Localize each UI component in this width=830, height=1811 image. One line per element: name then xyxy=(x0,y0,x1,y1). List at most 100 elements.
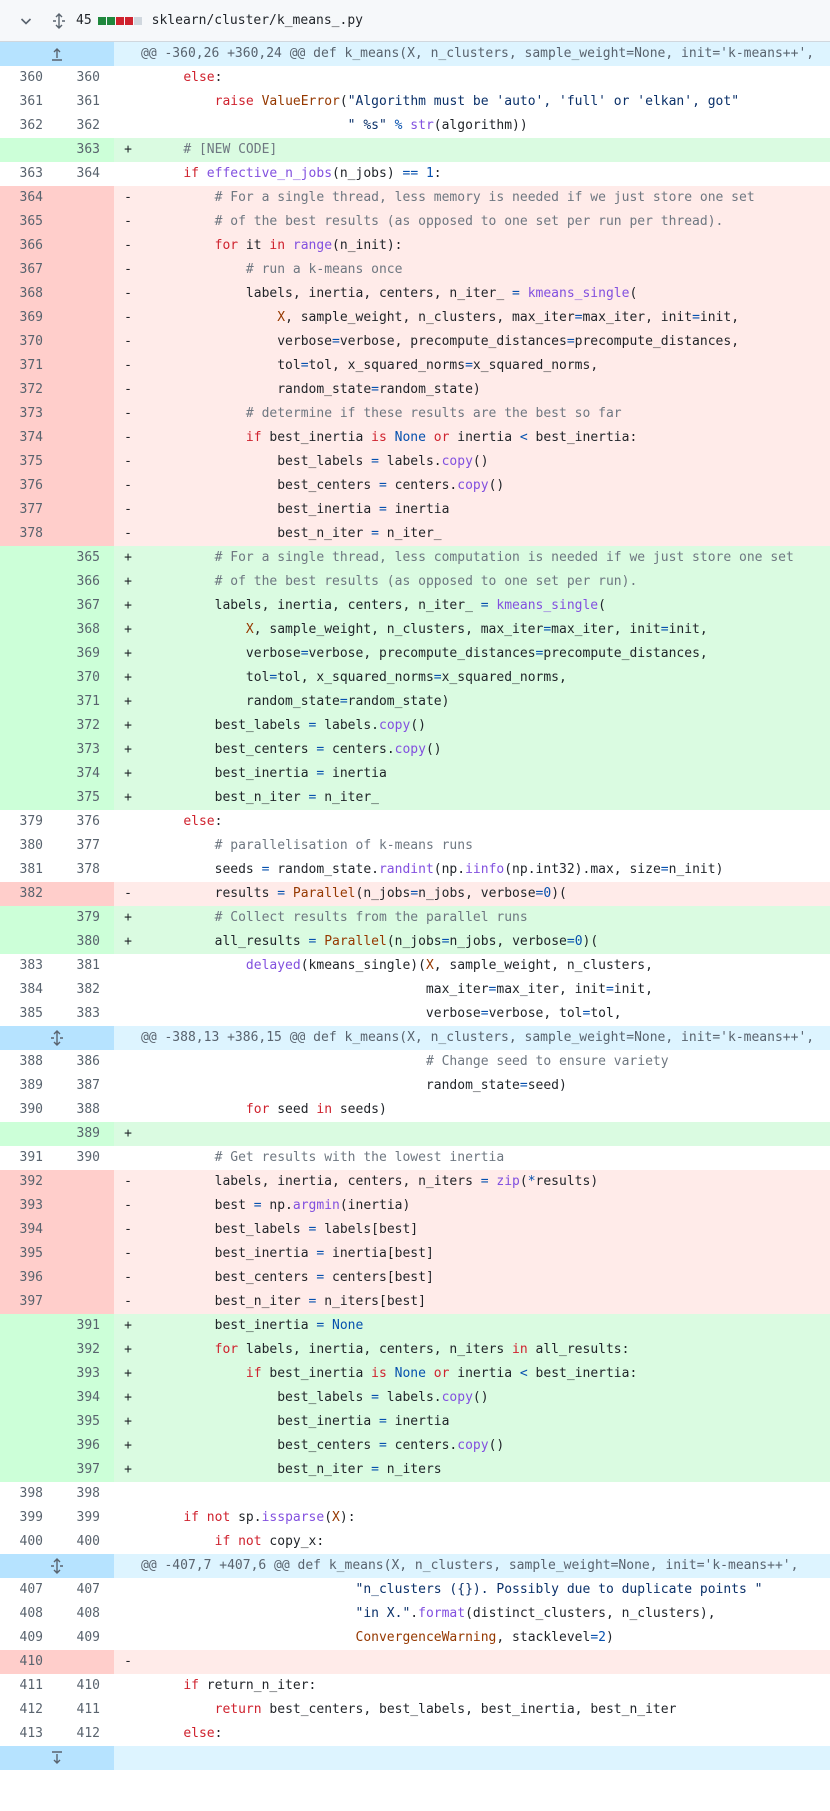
old-line-number[interactable]: 391 xyxy=(0,1146,57,1170)
new-line-number[interactable]: 376 xyxy=(57,810,114,834)
new-line-number[interactable]: 363 xyxy=(57,138,114,162)
old-line-number[interactable]: 370 xyxy=(0,330,57,354)
old-line-number[interactable]: 362 xyxy=(0,114,57,138)
old-line-number[interactable]: 409 xyxy=(0,1626,57,1650)
new-line-number[interactable] xyxy=(57,1242,114,1266)
new-line-number[interactable]: 407 xyxy=(57,1578,114,1602)
new-line-number[interactable] xyxy=(57,498,114,522)
new-line-number[interactable]: 364 xyxy=(57,162,114,186)
new-line-number[interactable] xyxy=(57,474,114,498)
new-line-number[interactable]: 379 xyxy=(57,906,114,930)
old-line-number[interactable]: 411 xyxy=(0,1674,57,1698)
new-line-number[interactable]: 381 xyxy=(57,954,114,978)
new-line-number[interactable]: 393 xyxy=(57,1362,114,1386)
old-line-number[interactable] xyxy=(0,570,57,594)
old-line-number[interactable] xyxy=(0,1338,57,1362)
old-line-number[interactable] xyxy=(0,738,57,762)
new-line-number[interactable] xyxy=(57,882,114,906)
old-line-number[interactable] xyxy=(0,546,57,570)
new-line-number[interactable] xyxy=(57,282,114,306)
file-path[interactable]: sklearn/cluster/k_means_.py xyxy=(152,13,363,28)
new-line-number[interactable]: 375 xyxy=(57,786,114,810)
new-line-number[interactable] xyxy=(57,258,114,282)
new-line-number[interactable]: 377 xyxy=(57,834,114,858)
new-line-number[interactable]: 392 xyxy=(57,1338,114,1362)
new-line-number[interactable]: 396 xyxy=(57,1434,114,1458)
old-line-number[interactable]: 393 xyxy=(0,1194,57,1218)
old-line-number[interactable]: 383 xyxy=(0,954,57,978)
old-line-number[interactable]: 385 xyxy=(0,1002,57,1026)
new-line-number[interactable]: 361 xyxy=(57,90,114,114)
new-line-number[interactable]: 400 xyxy=(57,1530,114,1554)
new-line-number[interactable] xyxy=(57,1290,114,1314)
new-line-number[interactable] xyxy=(57,1218,114,1242)
old-line-number[interactable] xyxy=(0,786,57,810)
new-line-number[interactable]: 398 xyxy=(57,1482,114,1506)
old-line-number[interactable] xyxy=(0,642,57,666)
new-line-number[interactable] xyxy=(57,186,114,210)
old-line-number[interactable] xyxy=(0,1122,57,1146)
old-line-number[interactable] xyxy=(0,666,57,690)
old-line-number[interactable]: 413 xyxy=(0,1722,57,1746)
new-line-number[interactable] xyxy=(57,210,114,234)
old-line-number[interactable]: 377 xyxy=(0,498,57,522)
old-line-number[interactable]: 379 xyxy=(0,810,57,834)
new-line-number[interactable]: 382 xyxy=(57,978,114,1002)
new-line-number[interactable]: 366 xyxy=(57,570,114,594)
new-line-number[interactable]: 378 xyxy=(57,858,114,882)
chevron-down-icon[interactable] xyxy=(16,13,36,29)
old-line-number[interactable]: 364 xyxy=(0,186,57,210)
old-line-number[interactable]: 371 xyxy=(0,354,57,378)
expand-up-icon[interactable] xyxy=(0,42,114,66)
old-line-number[interactable]: 398 xyxy=(0,1482,57,1506)
old-line-number[interactable]: 373 xyxy=(0,402,57,426)
new-line-number[interactable]: 412 xyxy=(57,1722,114,1746)
new-line-number[interactable]: 386 xyxy=(57,1050,114,1074)
old-line-number[interactable]: 365 xyxy=(0,210,57,234)
old-line-number[interactable] xyxy=(0,1434,57,1458)
new-line-number[interactable]: 380 xyxy=(57,930,114,954)
old-line-number[interactable]: 382 xyxy=(0,882,57,906)
new-line-number[interactable]: 388 xyxy=(57,1098,114,1122)
new-line-number[interactable]: 389 xyxy=(57,1122,114,1146)
new-line-number[interactable]: 399 xyxy=(57,1506,114,1530)
new-line-number[interactable]: 372 xyxy=(57,714,114,738)
old-line-number[interactable]: 410 xyxy=(0,1650,57,1674)
new-line-number[interactable] xyxy=(57,1170,114,1194)
old-line-number[interactable]: 361 xyxy=(0,90,57,114)
new-line-number[interactable]: 371 xyxy=(57,690,114,714)
new-line-number[interactable]: 383 xyxy=(57,1002,114,1026)
old-line-number[interactable]: 380 xyxy=(0,834,57,858)
old-line-number[interactable]: 360 xyxy=(0,66,57,90)
old-line-number[interactable] xyxy=(0,594,57,618)
old-line-number[interactable]: 399 xyxy=(0,1506,57,1530)
new-line-number[interactable] xyxy=(57,234,114,258)
new-line-number[interactable]: 391 xyxy=(57,1314,114,1338)
old-line-number[interactable] xyxy=(0,138,57,162)
new-line-number[interactable] xyxy=(57,450,114,474)
old-line-number[interactable] xyxy=(0,690,57,714)
old-line-number[interactable] xyxy=(0,618,57,642)
old-line-number[interactable]: 400 xyxy=(0,1530,57,1554)
old-line-number[interactable]: 397 xyxy=(0,1290,57,1314)
new-line-number[interactable]: 369 xyxy=(57,642,114,666)
old-line-number[interactable]: 388 xyxy=(0,1050,57,1074)
new-line-number[interactable]: 373 xyxy=(57,738,114,762)
old-line-number[interactable]: 369 xyxy=(0,306,57,330)
new-line-number[interactable]: 411 xyxy=(57,1698,114,1722)
old-line-number[interactable] xyxy=(0,1314,57,1338)
old-line-number[interactable]: 384 xyxy=(0,978,57,1002)
expand-both-icon[interactable] xyxy=(0,1026,114,1050)
new-line-number[interactable] xyxy=(57,426,114,450)
old-line-number[interactable]: 368 xyxy=(0,282,57,306)
expand-both-icon[interactable] xyxy=(0,1554,114,1578)
new-line-number[interactable]: 360 xyxy=(57,66,114,90)
new-line-number[interactable]: 408 xyxy=(57,1602,114,1626)
old-line-number[interactable] xyxy=(0,906,57,930)
new-line-number[interactable] xyxy=(57,378,114,402)
new-line-number[interactable]: 367 xyxy=(57,594,114,618)
old-line-number[interactable]: 376 xyxy=(0,474,57,498)
expand-all-icon[interactable] xyxy=(48,12,70,29)
new-line-number[interactable] xyxy=(57,330,114,354)
old-line-number[interactable] xyxy=(0,714,57,738)
